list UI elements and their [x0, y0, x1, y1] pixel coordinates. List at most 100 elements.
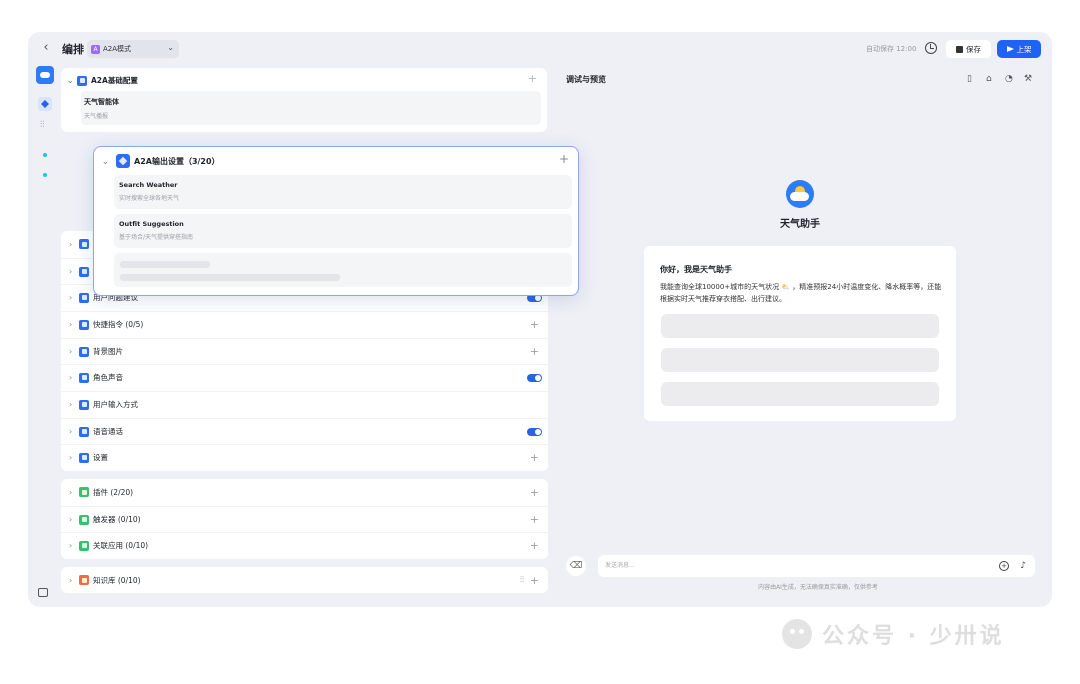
basic-config-card: ⌄ A2A基础配置 + 天气智能体 天气播报: [61, 68, 547, 132]
apps-icon: [79, 540, 89, 551]
save-button[interactable]: 保存: [946, 40, 991, 58]
plus-icon[interactable]: +: [559, 152, 569, 166]
tool-item[interactable]: Outfit Suggestion 基于场合/天气提供穿搭指南: [114, 214, 572, 248]
panel-toggle-icon[interactable]: [38, 588, 48, 597]
suggestion-placeholder[interactable]: [661, 382, 939, 406]
chat-input[interactable]: 发送消息... + ♪: [598, 555, 1035, 577]
history-icon[interactable]: [925, 42, 937, 54]
plus-icon[interactable]: +: [530, 539, 539, 552]
knowledge-card: › 知识库 (0/10) ⫶⫶ +: [61, 567, 548, 593]
popup-header[interactable]: ⌄ A2A输出设置（3/20）: [102, 154, 220, 168]
layers-icon[interactable]: [38, 97, 52, 111]
chevron-right-icon: ›: [69, 541, 73, 550]
cloud-icon: [790, 192, 809, 201]
plugin-icon: [79, 487, 89, 497]
plus-icon[interactable]: +: [528, 72, 537, 85]
agent-avatar[interactable]: [36, 66, 54, 84]
shortcut-icon: [79, 319, 89, 330]
watermark: 公众号 · 少卅说: [782, 618, 1005, 650]
knowledge-row[interactable]: › 知识库 (0/10) ⫶⫶ +: [61, 567, 548, 593]
sliders-icon[interactable]: ⫶⫶: [40, 120, 45, 130]
user-icon: [79, 372, 89, 383]
rail-dot-indicator: [43, 173, 47, 177]
mode-select[interactable]: A A2A模式 ⌄: [87, 40, 179, 58]
chevron-right-icon: ›: [69, 373, 73, 382]
row-label: 角色声音: [93, 373, 123, 382]
bot-avatar: [786, 180, 814, 208]
app-window: ‹ 编排 A A2A模式 ⌄ 自动保存 12:00 保存 上架 ⫶⫶ ⌄ A2A…: [28, 32, 1052, 607]
save-label: 保存: [966, 44, 981, 54]
row-label: 设置: [93, 453, 108, 462]
bug-icon[interactable]: ◔: [1005, 74, 1013, 84]
publish-button[interactable]: 上架: [997, 40, 1041, 58]
row-label: 快捷指令 (0/5): [93, 320, 144, 329]
plus-icon[interactable]: +: [530, 451, 539, 464]
send-icon: [1006, 46, 1014, 52]
mode-badge-icon: A: [91, 44, 100, 54]
plus-icon[interactable]: +: [530, 513, 539, 526]
basic-config-title: A2A基础配置: [91, 76, 138, 85]
tool-name: Outfit Suggestion: [119, 220, 184, 228]
settings-row-shortcuts[interactable]: › 快捷指令 (0/5) +: [61, 311, 548, 337]
plus-icon[interactable]: +: [530, 318, 539, 331]
chevron-right-icon: ›: [69, 487, 73, 497]
suggestion-placeholder[interactable]: [661, 348, 939, 372]
cube-icon: [116, 154, 130, 168]
add-attachment-icon[interactable]: +: [999, 561, 1009, 571]
microphone-icon[interactable]: ♪: [1020, 560, 1026, 572]
broom-icon[interactable]: ⌂: [986, 74, 992, 84]
chevron-right-icon: ›: [69, 400, 73, 409]
mobile-icon[interactable]: ▯: [967, 74, 972, 84]
back-icon[interactable]: ‹: [38, 40, 54, 56]
sliders-icon[interactable]: ⫶⫶: [520, 575, 524, 585]
tool-item[interactable]: Search Weather 实时搜索全球各地天气: [114, 175, 572, 209]
chevron-down-icon: ⌄: [102, 156, 109, 166]
row-label: 语音通话: [93, 427, 123, 436]
save-icon: [956, 45, 963, 53]
chevron-right-icon: ›: [69, 575, 73, 585]
top-bar: ‹ 编排 A A2A模式 ⌄ 自动保存 12:00 保存 上架: [28, 32, 1052, 66]
toggle-switch[interactable]: [527, 373, 542, 382]
bot-name: 天气助手: [780, 219, 820, 230]
clear-chat-icon[interactable]: ⌫: [566, 556, 586, 576]
row-label: 知识库 (0/10): [93, 575, 141, 585]
triggers-row[interactable]: › 触发器 (0/10) +: [61, 506, 548, 532]
trigger-icon: [79, 514, 89, 525]
suggestion-icon: [79, 292, 89, 303]
a2a-output-popup: ⌄ A2A输出设置（3/20） + Search Weather 实时搜索全球各…: [93, 146, 579, 296]
chevron-right-icon: ›: [69, 267, 73, 276]
toggle-switch[interactable]: [527, 427, 542, 436]
agent-name: 天气智能体: [84, 98, 119, 106]
skeleton-line: [120, 261, 210, 268]
settings-row-input-mode[interactable]: › 用户输入方式: [61, 391, 548, 417]
image-icon: [79, 346, 89, 357]
chevron-right-icon: ›: [69, 515, 73, 524]
row-icon: [79, 239, 89, 249]
row-label: 背景图片: [93, 347, 123, 356]
skeleton-line: [120, 274, 340, 281]
knowledge-icon: [79, 575, 89, 585]
greeting-title: 你好，我是天气助手: [660, 265, 732, 274]
plus-icon[interactable]: +: [530, 345, 539, 358]
chevron-right-icon: ›: [69, 320, 73, 329]
phone-icon: [79, 426, 89, 437]
wechat-icon: [782, 619, 812, 649]
settings-row-background[interactable]: › 背景图片 +: [61, 338, 548, 364]
wrench-icon[interactable]: ⚒: [1024, 74, 1032, 84]
settings-row-voice[interactable]: › 角色声音: [61, 364, 548, 390]
settings-row-voice-call[interactable]: › 语音通话: [61, 418, 548, 444]
plugins-row[interactable]: › 插件 (2/20) +: [61, 479, 548, 505]
greeting-body: 我能查询全球10000+城市的天气状况 ⛅ ，精准预报24小时温度变化、降水概率…: [660, 283, 942, 303]
ai-disclaimer: 内容由AI生成，无法确保真实准确，仅供参考: [758, 584, 878, 591]
row-label: 触发器 (0/10): [93, 515, 141, 524]
agent-info-box[interactable]: 天气智能体 天气播报: [81, 91, 541, 125]
plus-icon[interactable]: +: [530, 574, 539, 587]
row-label: 用户输入方式: [93, 400, 138, 409]
tool-desc: 基于场合/天气提供穿搭指南: [119, 234, 194, 241]
settings-row-settings[interactable]: › 设置 +: [61, 444, 548, 470]
gear-icon: [79, 452, 89, 463]
linked-apps-row[interactable]: › 关联应用 (0/10) +: [61, 532, 548, 558]
plus-icon[interactable]: +: [530, 486, 539, 499]
suggestion-placeholder[interactable]: [661, 314, 939, 338]
basic-config-header[interactable]: ⌄ A2A基础配置: [67, 75, 138, 86]
